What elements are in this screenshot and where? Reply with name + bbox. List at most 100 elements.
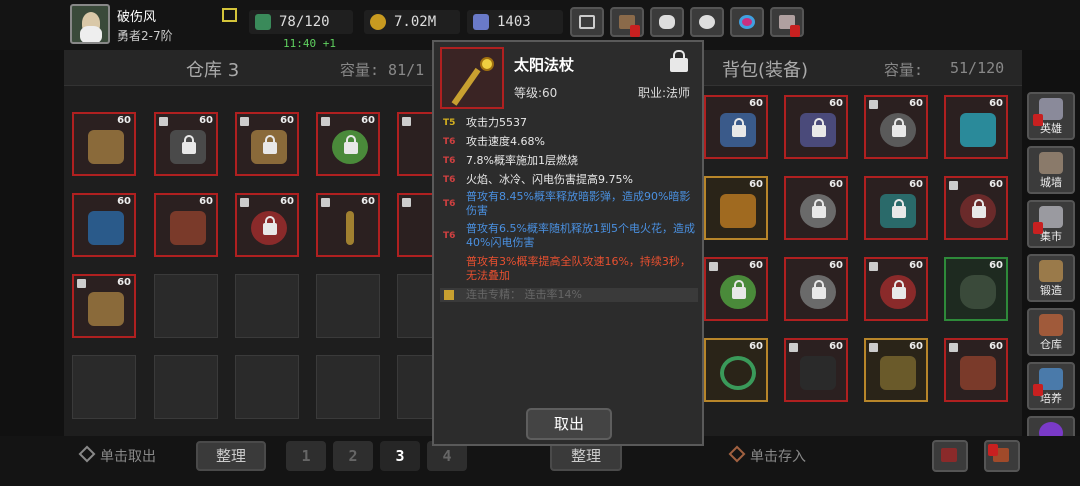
item-tooltip: 太阳法杖 等级:60 职业:法师 T5 攻击力5537 T6 攻击速度4.68%… [432, 40, 704, 446]
backpack-slot[interactable]: 60 [864, 176, 928, 240]
lock-icon [892, 280, 906, 299]
crown-item-icon [960, 113, 996, 147]
warehouse-slot[interactable]: 60 [154, 193, 218, 257]
gem-icon [473, 14, 489, 30]
lock-icon [263, 135, 277, 154]
armor-item-icon [170, 211, 206, 245]
backpack-slot[interactable]: 60 [864, 95, 928, 159]
backpack-slot[interactable]: 60 [944, 338, 1008, 402]
map-button[interactable] [610, 7, 644, 37]
nav-hero[interactable]: 英雄 [1027, 92, 1075, 140]
warehouse-slot[interactable]: 60 [316, 112, 380, 176]
armor-icon [941, 448, 957, 462]
warehouse-slot[interactable]: 60 [154, 112, 218, 176]
energy-counter: 78/120 [249, 10, 353, 34]
backpack-slot[interactable]: 60 [784, 176, 848, 240]
backpack-slot[interactable]: 60 [704, 257, 768, 321]
backpack-title: 背包(装备) [722, 60, 809, 81]
warehouse-slot-empty[interactable] [154, 274, 218, 338]
warehouse-slot[interactable]: 60 [72, 274, 136, 338]
shop-button[interactable] [570, 7, 604, 37]
backpack-slot[interactable]: 60 [784, 257, 848, 321]
bag-shortcut-button[interactable] [984, 440, 1020, 472]
color-button[interactable] [730, 7, 764, 37]
gamepad-icon [659, 15, 675, 29]
warehouse-header: 仓库 3 容量: 81/1 [64, 50, 464, 86]
warehouse-slot[interactable]: 60 [235, 112, 299, 176]
warehouse-icon [1039, 314, 1063, 336]
nav-warehouse[interactable]: 仓库 [1027, 308, 1075, 356]
page-button-3[interactable]: 3 [380, 441, 420, 471]
gold-coin-icon [370, 14, 386, 30]
fireworks-button[interactable] [770, 7, 804, 37]
nav-training[interactable]: 培养 [1027, 362, 1075, 410]
backpack-slot[interactable]: 60 [784, 95, 848, 159]
staff-item-icon [346, 211, 354, 245]
backpack-panel: 背包(装备) 容量: 51/120 60 60 60 60 60 60 60 6… [700, 50, 1022, 436]
warehouse-slot-empty[interactable] [316, 274, 380, 338]
warehouse-slot-empty[interactable] [154, 355, 218, 419]
player-name: 破伤风 [117, 10, 157, 25]
lock-icon [892, 199, 906, 218]
warehouse-slot[interactable]: 60 [72, 193, 136, 257]
backpack-slot[interactable]: 60 [864, 338, 928, 402]
backpack-capacity-label: 容量: [884, 61, 924, 79]
nav-wall[interactable]: 城墙 [1027, 146, 1075, 194]
warehouse-slot[interactable]: 60 [316, 193, 380, 257]
boots-item-icon [880, 356, 916, 390]
backpack-slot[interactable]: 60 [784, 338, 848, 402]
anvil-icon [1039, 260, 1063, 282]
warehouse-slot-empty[interactable] [316, 355, 380, 419]
gamepad-button[interactable] [650, 7, 684, 37]
nav-forge[interactable]: 锻造 [1027, 254, 1075, 302]
wall-icon [1039, 152, 1063, 174]
lock-icon [732, 118, 746, 137]
ring-item-icon [720, 356, 756, 390]
warehouse-capacity: 容量: 81/1 [340, 61, 425, 79]
color-wheel-icon [739, 15, 755, 29]
lock-icon [892, 118, 906, 137]
warehouse-slot[interactable]: 60 [72, 112, 136, 176]
settings-button[interactable] [690, 7, 724, 37]
nav-market[interactable]: 集市 [1027, 200, 1075, 248]
backpack-header: 背包(装备) 容量: 51/120 [700, 50, 1022, 86]
armor-shortcut-button[interactable] [932, 440, 968, 472]
armor-item-icon [960, 356, 996, 390]
item-icon [440, 47, 504, 109]
diamond-icon [78, 445, 96, 463]
lock-icon [732, 280, 746, 299]
backpack-slot[interactable]: 60 [704, 338, 768, 402]
page-button-1[interactable]: 1 [286, 441, 326, 471]
backpack-slot[interactable]: 60 [944, 257, 1008, 321]
energy-timer: 11:40 +1 [283, 37, 336, 50]
backpack-capacity-value: 51/120 [950, 59, 1005, 77]
lock-icon [812, 199, 826, 218]
backpack-slot[interactable]: 60 [704, 176, 768, 240]
energy-icon [255, 14, 271, 30]
page-button-2[interactable]: 2 [333, 441, 373, 471]
backpack-slot[interactable]: 60 [864, 257, 928, 321]
armor-item-icon [88, 292, 124, 326]
backpack-slot[interactable]: 60 [944, 95, 1008, 159]
lock-icon [263, 216, 277, 235]
staff-icon [451, 67, 481, 106]
lock-icon [812, 280, 826, 299]
sort-warehouse-button[interactable]: 整理 [196, 441, 266, 471]
backpack-slot[interactable]: 60 [704, 95, 768, 159]
take-out-button[interactable]: 取出 [526, 408, 612, 440]
lock-icon[interactable] [670, 50, 688, 72]
tome-item-icon [720, 194, 756, 228]
warehouse-slot-empty[interactable] [235, 355, 299, 419]
player-avatar[interactable] [70, 4, 110, 44]
energy-value: 78/120 [279, 14, 330, 30]
take-out-hint: 单击取出 [100, 449, 156, 465]
warehouse-slot-empty[interactable] [72, 355, 136, 419]
warehouse-slot[interactable]: 60 [235, 193, 299, 257]
shop-cart-icon [579, 15, 595, 29]
warehouse-slot-empty[interactable] [235, 274, 299, 338]
backpack-slot[interactable]: 60 [944, 176, 1008, 240]
edit-icon[interactable] [222, 8, 237, 22]
item-level: 等级:60 [514, 86, 558, 100]
boots-item-icon [800, 356, 836, 390]
armor-item-icon [88, 130, 124, 164]
